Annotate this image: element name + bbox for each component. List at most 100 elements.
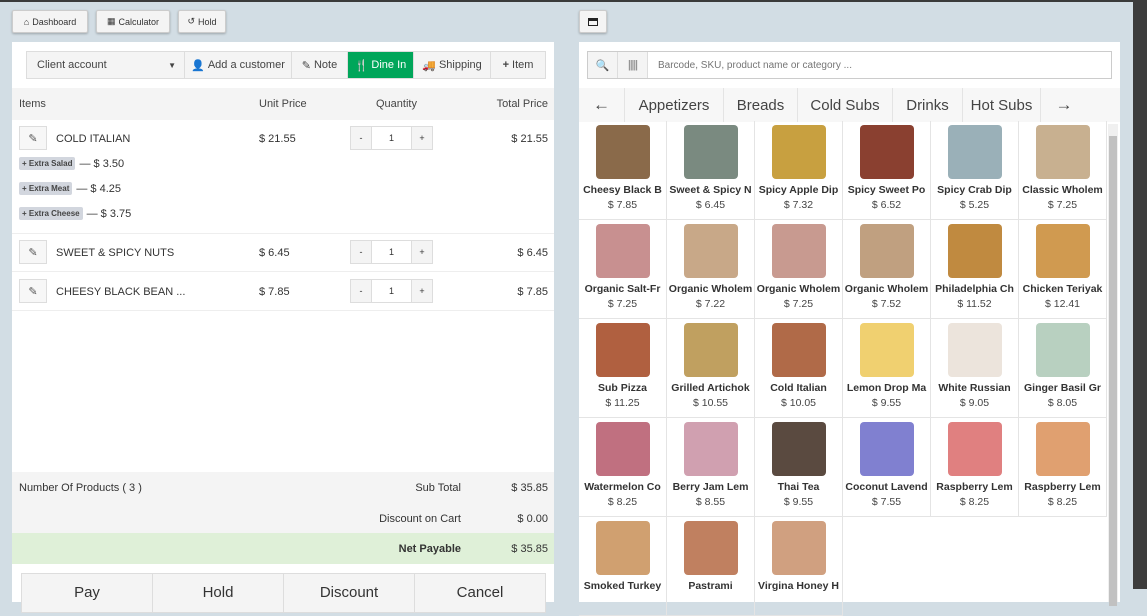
tab-appetizers[interactable]: Appetizers (625, 88, 724, 122)
qty-value[interactable]: 1 (371, 127, 412, 149)
search-icon[interactable]: 🔍 (588, 52, 618, 78)
product-card[interactable]: Organic Wholem $ 7.52 (843, 220, 931, 319)
product-card[interactable]: Pastrami (667, 517, 755, 616)
product-card[interactable]: Spicy Crab Dip $ 5.25 (931, 121, 1019, 220)
product-image (771, 224, 826, 278)
tab-breads[interactable]: Breads (724, 88, 798, 122)
qty-plus-button[interactable]: + (412, 127, 432, 149)
product-name: Spicy Apple Dip (758, 184, 839, 196)
discount-label: Discount (319, 584, 379, 601)
product-card[interactable]: Berry Jam Lem $ 8.55 (667, 418, 755, 517)
cart-row: ✎ COLD ITALIAN $ 21.55 -1 + $ 21.55 + Ext… (12, 120, 554, 234)
home-icon: ⌂ (23, 16, 30, 27)
fullscreen-button[interactable] (579, 10, 607, 33)
header-unit-price: Unit Price (259, 98, 307, 110)
product-card[interactable]: Organic Salt-Fr $ 7.25 (579, 220, 667, 319)
hold-button[interactable]: ↺ Hold (178, 10, 226, 33)
tab-hot-subs[interactable]: Hot Subs (963, 88, 1041, 122)
product-image (771, 125, 826, 179)
tab-cold-subs[interactable]: Cold Subs (798, 88, 893, 122)
product-card[interactable]: White Russian $ 9.05 (931, 319, 1019, 418)
product-card[interactable]: Cold Italian $ 10.05 (755, 319, 843, 418)
qty-minus-button[interactable]: - (351, 280, 371, 302)
product-image (859, 125, 914, 179)
product-price: $ 8.25 (607, 496, 638, 508)
add-customer-label: Add a customer (207, 59, 285, 71)
discount-button[interactable]: Discount (284, 574, 415, 612)
product-card[interactable]: Cheesy Black B $ 7.85 (579, 121, 667, 220)
edit-icon: ✎ (28, 132, 38, 145)
tab-drinks[interactable]: Drinks (893, 88, 963, 122)
product-price: $ 8.05 (1047, 397, 1078, 409)
discount-row: Discount on Cart $ 0.00 (12, 503, 554, 534)
product-card[interactable]: Chicken Teriyak $ 12.41 (1019, 220, 1107, 319)
product-price: $ 8.25 (959, 496, 990, 508)
add-customer-button[interactable]: 👤 Add a customer (185, 52, 292, 78)
product-card[interactable]: Organic Wholem $ 7.22 (667, 220, 755, 319)
client-select[interactable]: Client account ▼ (27, 52, 185, 78)
qty-value[interactable]: 1 (371, 241, 412, 263)
product-card[interactable]: Ginger Basil Gr $ 8.05 (1019, 319, 1107, 418)
history-icon: ↺ (187, 16, 196, 26)
item-name: CHEESY BLACK BEAN ... (56, 286, 186, 298)
product-card[interactable]: Philadelphia Ch $ 11.52 (931, 220, 1019, 319)
scrollbar-thumb[interactable] (1109, 136, 1117, 606)
qty-plus-button[interactable]: + (412, 241, 432, 263)
product-card[interactable]: Grilled Artichok $ 10.55 (667, 319, 755, 418)
product-card[interactable]: Classic Wholem $ 7.25 (1019, 121, 1107, 220)
product-card[interactable]: Watermelon Co $ 8.25 (579, 418, 667, 517)
arrow-right-icon[interactable]: → (1041, 88, 1087, 122)
quantity-stepper: -1 + (350, 126, 433, 150)
item-label: Item (512, 59, 534, 71)
product-price: $ 9.05 (959, 397, 990, 409)
shipping-button[interactable]: 🚚 Shipping (414, 52, 491, 78)
product-name: Watermelon Co (584, 481, 661, 493)
product-card[interactable]: Lemon Drop Ma $ 9.55 (843, 319, 931, 418)
product-count: Number Of Products ( 3 ) (19, 481, 142, 494)
client-select-value: Client account (37, 59, 107, 71)
hold-label: Hold (198, 16, 217, 27)
product-card[interactable]: Thai Tea $ 9.55 (755, 418, 843, 517)
cancel-button[interactable]: Cancel (415, 574, 545, 612)
product-card[interactable]: Organic Wholem $ 7.25 (755, 220, 843, 319)
dashboard-label: Dashboard (32, 16, 77, 27)
caret-down-icon: ▼ (168, 60, 176, 70)
product-card[interactable]: Coconut Lavend $ 7.55 (843, 418, 931, 517)
product-name: Lemon Drop Ma (846, 382, 927, 394)
item-unit-price: $ 6.45 (259, 247, 290, 259)
product-card[interactable]: Spicy Apple Dip $ 7.32 (755, 121, 843, 220)
product-card[interactable]: Raspberry Lem $ 8.25 (931, 418, 1019, 517)
product-price: $ 10.05 (780, 397, 817, 409)
cutlery-icon: 🍴 (354, 59, 369, 72)
product-card[interactable]: Spicy Sweet Po $ 6.52 (843, 121, 931, 220)
discount-value: $ 0.00 (517, 512, 548, 525)
dashboard-button[interactable]: ⌂ Dashboard (12, 10, 88, 33)
arrow-left-icon[interactable]: ← (579, 88, 625, 122)
edit-item-button[interactable]: ✎ (19, 126, 47, 150)
product-card[interactable]: Raspberry Lem $ 8.25 (1019, 418, 1107, 517)
dine-in-button[interactable]: 🍴 Dine In (348, 52, 414, 78)
product-price: $ 8.25 (1047, 496, 1078, 508)
qty-plus-button[interactable]: + (412, 280, 432, 302)
product-card[interactable]: Sweet & Spicy N $ 6.45 (667, 121, 755, 220)
qty-value[interactable]: 1 (371, 280, 412, 302)
product-card[interactable]: Virgina Honey H (755, 517, 843, 616)
hold-order-button[interactable]: Hold (153, 574, 284, 612)
product-card[interactable]: Smoked Turkey (579, 517, 667, 616)
edit-item-button[interactable]: ✎ (19, 279, 47, 303)
product-name: Virgina Honey H (758, 580, 839, 592)
add-item-button[interactable]: + Item (491, 52, 545, 78)
qty-minus-button[interactable]: - (351, 127, 371, 149)
search-bar: 🔍 ||||| (587, 51, 1112, 79)
edit-item-button[interactable]: ✎ (19, 240, 47, 264)
calculator-button[interactable]: ▦ Calculator (96, 10, 170, 33)
barcode-icon[interactable]: ||||| (618, 52, 648, 78)
note-button[interactable]: ✎ Note (292, 52, 348, 78)
product-image (771, 323, 826, 377)
scrollbar[interactable] (1108, 124, 1118, 606)
cart-toolbar: Client account ▼ 👤 Add a customer ✎ Note 🍴 D… (26, 51, 546, 79)
search-input[interactable] (648, 52, 1111, 78)
pay-button[interactable]: Pay (22, 574, 153, 612)
qty-minus-button[interactable]: - (351, 241, 371, 263)
product-card[interactable]: Sub Pizza $ 11.25 (579, 319, 667, 418)
